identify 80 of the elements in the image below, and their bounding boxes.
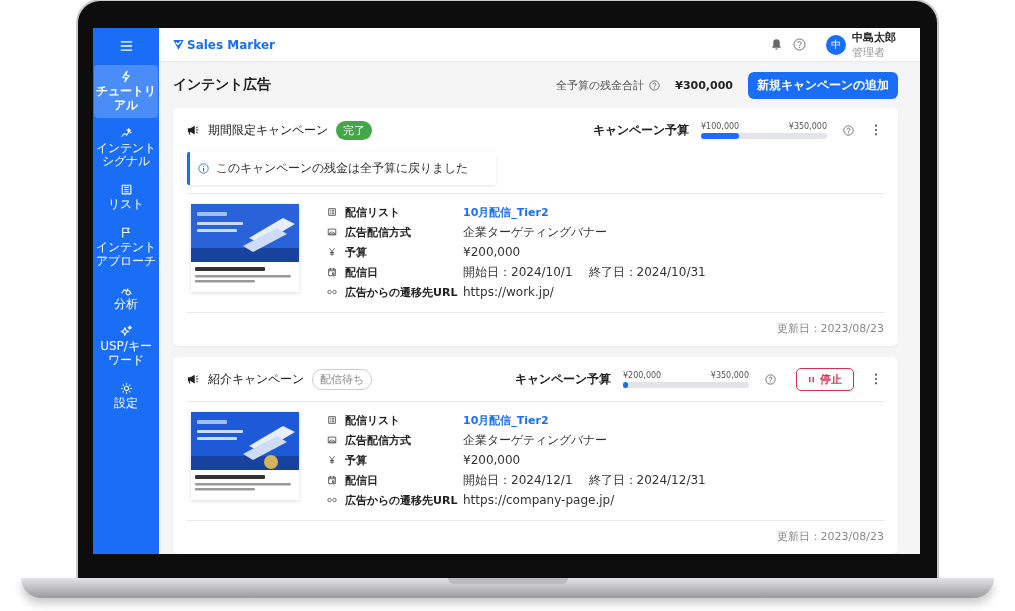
bolt-icon: [119, 70, 133, 83]
help-icon[interactable]: [843, 124, 854, 136]
detail-icon: [327, 247, 337, 257]
help-icon[interactable]: [765, 373, 776, 385]
detail-label: 広告からの遷移先URL: [345, 284, 459, 300]
detail-label: 広告からの遷移先URL: [345, 492, 459, 508]
detail-value: ¥200,000: [463, 453, 521, 467]
detail-value: 企業ターゲティングバナー: [463, 223, 607, 241]
detail-value: https://company-page.jp/: [463, 493, 615, 507]
campaign-name: 期間限定キャンペーン: [208, 121, 328, 139]
sparkle-chart-icon: [119, 126, 133, 140]
campaign-name: 紹介キャンペーン: [208, 370, 304, 388]
detail-icon: [327, 475, 337, 485]
add-campaign-button[interactable]: 新規キャンペーンの追加: [748, 71, 898, 99]
updated-date: 更新日：2023/08/23: [776, 529, 884, 544]
nav-item[interactable]: インテントアプローチ: [94, 221, 158, 274]
megaphone-icon: [187, 374, 200, 384]
budget-used: ¥100,000: [701, 121, 740, 131]
end-date: 終了日：2024/12/31: [588, 471, 706, 489]
budget-total: ¥350,000: [788, 121, 827, 131]
detail-value: https://work.jp/: [463, 285, 554, 299]
budget-label: キャンペーン予算: [593, 121, 689, 139]
detail-label: 配信日: [345, 472, 379, 488]
more-icon[interactable]: [874, 124, 878, 136]
nav-item[interactable]: USP/キーワード: [94, 320, 158, 373]
user-name: 中島太郎: [852, 29, 896, 45]
gear-icon: [119, 381, 133, 395]
detail-icon: [327, 287, 337, 297]
nav-item[interactable]: インテントシグナル: [94, 121, 158, 175]
user-role: 管理者: [852, 44, 886, 60]
total-value: ¥300,000: [675, 78, 733, 92]
menu-icon[interactable]: [119, 41, 133, 51]
detail-icon: [327, 207, 337, 217]
budget-total: ¥350,000: [710, 370, 749, 380]
nav-item[interactable]: 分析: [94, 277, 158, 317]
detail-label: 配信リスト: [345, 204, 401, 220]
start-date: 開始日：2024/12/1: [463, 471, 573, 489]
user-avatar[interactable]: 中: [826, 34, 846, 55]
budget-used: ¥200,000: [623, 370, 662, 380]
page-title: インテント広告: [173, 76, 271, 94]
detail-value: ¥200,000: [463, 245, 521, 259]
total-label: 全予算の残金合計: [556, 77, 645, 93]
detail-icon: [327, 415, 337, 425]
logo-icon: [172, 38, 185, 51]
more-icon[interactable]: [874, 373, 878, 385]
nav-item[interactable]: リスト: [94, 178, 158, 217]
status-badge: 完了: [336, 120, 372, 140]
notice-text: このキャンペーンの残金は全予算に戻りました: [216, 160, 468, 177]
detail-label: 配信リスト: [345, 412, 401, 428]
detail-icon: [327, 495, 337, 505]
updated-date: 更新日：2023/08/23: [776, 321, 884, 336]
end-date: 終了日：2024/10/31: [588, 263, 706, 281]
status-badge: 配信待ち: [312, 368, 372, 390]
nav-item[interactable]: チュートリアル: [94, 65, 158, 118]
detail-icon: [327, 455, 337, 465]
megaphone-icon: [187, 125, 200, 135]
detail-label: 広告配信方式: [345, 432, 412, 448]
stop-button[interactable]: 停止: [796, 367, 854, 391]
flag-icon: [119, 226, 133, 239]
list-link[interactable]: 10月配信_Tier2: [463, 412, 549, 428]
bell-icon[interactable]: [770, 38, 783, 51]
help-icon[interactable]: [649, 79, 661, 91]
detail-icon: [327, 435, 337, 445]
list-link[interactable]: 10月配信_Tier2: [463, 204, 549, 220]
sparkle-icon: [119, 325, 133, 339]
detail-label: 予算: [345, 452, 368, 468]
pause-icon: [808, 375, 815, 383]
budget-label: キャンペーン予算: [515, 370, 611, 388]
detail-label: 予算: [345, 244, 368, 260]
detail-label: 広告配信方式: [345, 224, 412, 240]
help-icon[interactable]: [793, 38, 806, 51]
list-icon: [119, 183, 133, 197]
detail-icon: [327, 267, 337, 277]
logo-text: Sales Marker: [187, 37, 275, 52]
detail-label: 配信日: [345, 264, 379, 280]
start-date: 開始日：2024/10/1: [463, 263, 573, 281]
detail-icon: [327, 227, 337, 237]
nav-item[interactable]: 設定: [94, 376, 158, 416]
info-icon: [198, 163, 209, 174]
detail-value: 企業ターゲティングバナー: [463, 431, 607, 449]
